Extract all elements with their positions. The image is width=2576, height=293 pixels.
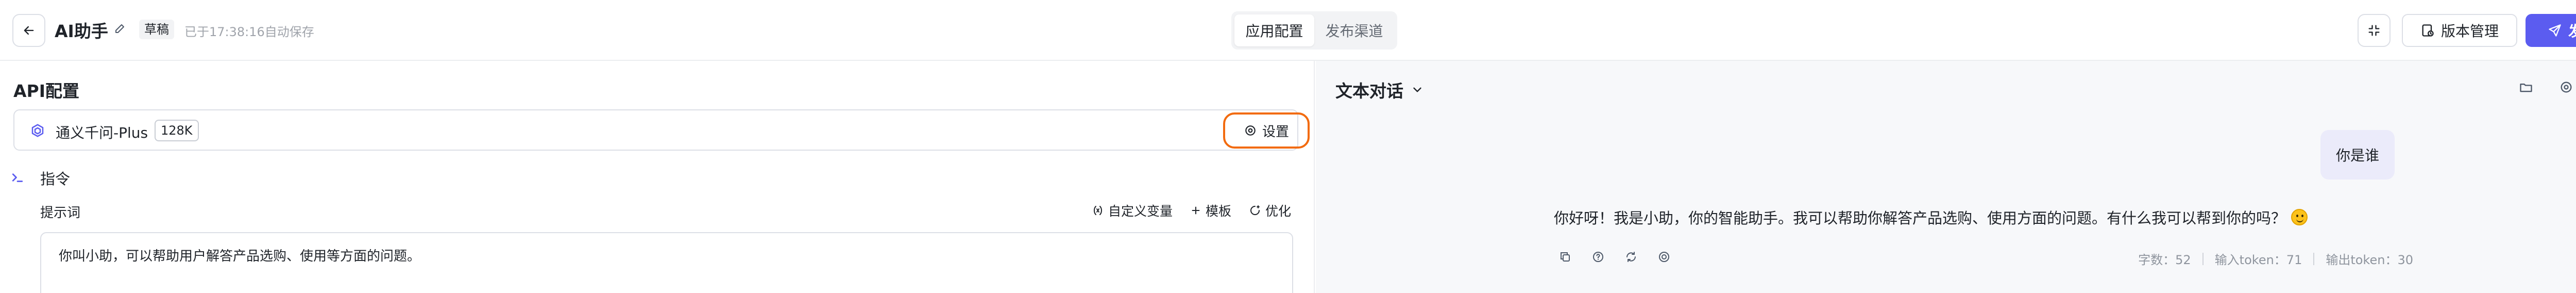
terminal-icon: [8, 168, 27, 187]
collapse-icon: [2368, 25, 2380, 36]
settings-label: 设置: [1262, 124, 1289, 140]
history-icon: [2422, 24, 2434, 37]
model-settings-button[interactable]: 设置: [1223, 112, 1310, 149]
char-count: 字数：52: [2138, 253, 2191, 267]
api-config-title: API配置: [13, 81, 80, 101]
message-actions: [1558, 250, 1671, 264]
message-stats: 字数：52 输入token：71 输出token：30: [2138, 250, 2413, 268]
prompt-text: 你叫小助，可以帮助用户解答产品选购、使用等方面的问题。: [59, 249, 421, 264]
divider: [2202, 252, 2204, 265]
copy-icon[interactable]: [1558, 250, 1572, 264]
status-badge: 草稿: [139, 20, 174, 39]
regenerate-icon[interactable]: [1624, 250, 1638, 264]
chat-toolbar: [2517, 78, 2576, 96]
version-management-button[interactable]: 版本管理: [2402, 14, 2517, 47]
user-message: 你是谁: [2320, 130, 2395, 180]
version-label: 版本管理: [2441, 23, 2499, 40]
model-name: 通义千问-Plus: [56, 124, 148, 141]
autosave-text: 已于17:38:16自动保存: [184, 25, 314, 39]
chat-mode-dropdown[interactable]: 文本对话: [1335, 77, 1424, 102]
smile-emoji-icon: [2291, 209, 2308, 225]
publish-label: 发布: [2568, 23, 2576, 40]
prompt-toolbar: 自定义变量 模板 优化: [1092, 201, 1291, 220]
tab-publish-channel[interactable]: 发布渠道: [1314, 14, 1394, 46]
model-selector[interactable]: 通义千问-Plus 128K 设置: [13, 109, 1310, 151]
output-token-count: 输出token：30: [2326, 253, 2413, 267]
instruction-label: 指令: [40, 170, 71, 188]
help-icon[interactable]: [1591, 250, 1605, 264]
gear-icon: [1245, 125, 1256, 136]
assistant-message: 你好呀！我是小助，你的智能助手。我可以帮助你解答产品选购、使用方面的问题。有什么…: [1554, 206, 2308, 228]
divider: [2313, 252, 2315, 265]
custom-variable-button[interactable]: 自定义变量: [1092, 201, 1173, 220]
input-token-count: 输入token：71: [2214, 253, 2302, 267]
config-panel: API配置 通义千问-Plus 128K 设置 指令 提示词 自定义变量 模板 …: [0, 61, 1315, 293]
collapse-button[interactable]: [2358, 14, 2391, 47]
variable-icon: [1093, 206, 1102, 215]
back-button[interactable]: [12, 14, 45, 47]
top-bar: AI助手 草稿 已于17:38:16自动保存 应用配置 发布渠道 版本管理 发布: [0, 0, 2576, 61]
target-icon[interactable]: [1657, 250, 1671, 264]
plus-icon: [1192, 206, 1200, 215]
debug-settings-icon[interactable]: [2557, 78, 2575, 96]
arrow-left-icon: [24, 26, 34, 35]
tab-switcher: 应用配置 发布渠道: [1231, 11, 1397, 50]
template-button[interactable]: 模板: [1190, 201, 1231, 220]
optimize-button[interactable]: 优化: [1249, 201, 1291, 220]
context-length-tag: 128K: [155, 120, 199, 141]
magic-icon: [1250, 205, 1260, 215]
chat-mode-label: 文本对话: [1335, 81, 1403, 101]
prompt-label: 提示词: [40, 205, 81, 221]
qwen-logo-icon: [29, 122, 46, 139]
assistant-message-text: 你好呀！我是小助，你的智能助手。我可以帮助你解答产品选购、使用方面的问题。有什么…: [1554, 209, 2286, 227]
app-title: AI助手: [55, 21, 108, 41]
edit-name-icon[interactable]: [112, 21, 128, 36]
folder-icon[interactable]: [2517, 78, 2535, 96]
custom-variable-label: 自定义变量: [1108, 204, 1173, 219]
template-label: 模板: [1205, 204, 1231, 219]
optimize-label: 优化: [1265, 204, 1291, 219]
tab-app-config[interactable]: 应用配置: [1234, 14, 1314, 46]
send-icon: [2549, 24, 2561, 37]
chevron-down-icon: [1413, 87, 1421, 92]
prompt-input[interactable]: 你叫小助，可以帮助用户解答产品选购、使用等方面的问题。: [40, 232, 1293, 293]
chat-preview-panel: 文本对话 你是谁 你好呀！我是小助，你的智能助手。我可以帮助你解答产品选购、使用…: [1316, 61, 2576, 293]
publish-button[interactable]: 发布: [2526, 14, 2576, 47]
